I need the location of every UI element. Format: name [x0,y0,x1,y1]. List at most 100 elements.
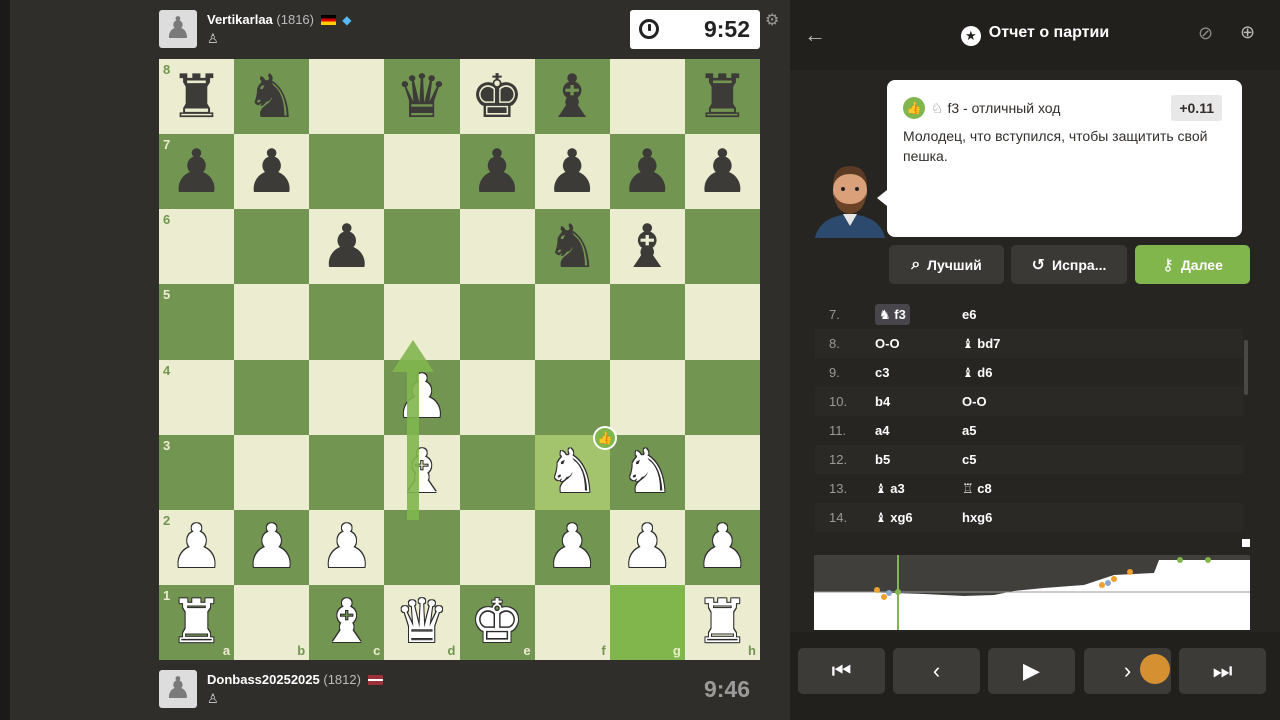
square-g3[interactable]: ♞ [609,434,685,510]
square-g8[interactable] [609,59,685,135]
square-b1[interactable]: b [234,584,310,660]
square-g2[interactable]: ♟ [609,509,685,585]
white-king-piece[interactable]: ♚ [470,592,524,652]
square-e7[interactable]: ♟ [459,134,535,210]
square-a3[interactable]: 3 [159,434,235,510]
black-pawn-piece[interactable]: ♟ [620,142,674,202]
white-pawn-piece[interactable]: ♟ [170,517,224,577]
square-h4[interactable] [684,359,760,435]
square-c2[interactable]: ♟ [309,509,385,585]
white-pawn-piece[interactable]: ♟ [620,517,674,577]
evaluation-graph[interactable] [814,555,1250,630]
white-rook-piece[interactable]: ♜ [696,592,750,652]
square-f2[interactable]: ♟ [534,509,610,585]
black-move[interactable]: ♖ c8 [962,481,1162,497]
white-move[interactable]: ♞ f3 [865,303,962,325]
next-button[interactable]: ⚷ Далее [1135,245,1250,284]
square-f4[interactable] [534,359,610,435]
black-move[interactable]: ♝ bd7 [962,336,1162,352]
black-move[interactable]: a5 [962,423,1162,438]
square-h6[interactable] [684,209,760,285]
move-list[interactable]: 7. ♞ f3 e6 8. O-O ♝ bd7 9. c3 ♝ d6 10. b4 O-O 11. a4 a… [815,300,1243,538]
white-move[interactable]: b5 [865,452,962,467]
avatar[interactable]: ♟ [159,670,197,708]
analysis-zoom-icon[interactable]: ⊕ [1240,22,1255,43]
square-g6[interactable]: ♝ [609,209,685,285]
square-e1[interactable]: e ♚ [459,584,535,660]
white-queen-piece[interactable]: ♛ [395,592,449,652]
square-f5[interactable] [534,284,610,360]
black-rook-piece[interactable]: ♜ [696,67,750,127]
white-pawn-piece[interactable]: ♟ [320,517,374,577]
square-f7[interactable]: ♟ [534,134,610,210]
white-pawn-piece[interactable]: ♟ [545,517,599,577]
square-h8[interactable]: ♜ [684,59,760,135]
white-move[interactable]: ♝ a3 [865,481,962,497]
square-h2[interactable]: ♟ [684,509,760,585]
square-g5[interactable] [609,284,685,360]
square-g7[interactable]: ♟ [609,134,685,210]
square-b2[interactable]: ♟ [234,509,310,585]
square-d6[interactable] [384,209,460,285]
square-b7[interactable]: ♟ [234,134,310,210]
square-d7[interactable] [384,134,460,210]
avatar[interactable]: ♟ [159,10,197,48]
black-bishop-piece[interactable]: ♝ [620,217,674,277]
player-name[interactable]: Donbass20252025 (1812) [207,672,383,687]
square-a7[interactable]: 7 ♟ [159,134,235,210]
black-move[interactable]: O-O [962,394,1162,409]
black-move[interactable]: c5 [962,452,1162,467]
retry-button[interactable]: ↺ Испра... [1011,245,1127,284]
square-a2[interactable]: 2 ♟ [159,509,235,585]
white-move[interactable]: b4 [865,394,962,409]
black-knight-piece[interactable]: ♞ [545,217,599,277]
square-f1[interactable]: f [534,584,610,660]
black-bishop-piece[interactable]: ♝ [545,67,599,127]
square-h7[interactable]: ♟ [684,134,760,210]
square-a1[interactable]: 1 a ♜ [159,584,235,660]
black-king-piece[interactable]: ♚ [470,67,524,127]
square-b4[interactable] [234,359,310,435]
square-c7[interactable] [309,134,385,210]
square-h3[interactable] [684,434,760,510]
black-pawn-piece[interactable]: ♟ [170,142,224,202]
square-f6[interactable]: ♞ [534,209,610,285]
white-knight-piece[interactable]: ♞ [545,442,599,502]
square-g1[interactable]: g [609,584,685,660]
square-a5[interactable]: 5 [159,284,235,360]
square-e3[interactable] [459,434,535,510]
black-move[interactable]: hxg6 [962,510,1162,525]
square-c1[interactable]: c ♝ [309,584,385,660]
square-h5[interactable] [684,284,760,360]
sound-off-icon[interactable]: ⊘ [1198,23,1213,44]
square-c5[interactable] [309,284,385,360]
last-move-button[interactable]: ⏭ [1179,648,1266,694]
white-bishop-piece[interactable]: ♝ [320,592,374,652]
white-knight-piece[interactable]: ♞ [620,442,674,502]
player-name[interactable]: Vertikarlaa (1816) ◆ [207,12,351,27]
white-move[interactable]: ♝ xg6 [865,510,962,526]
square-c4[interactable] [309,359,385,435]
square-c8[interactable] [309,59,385,135]
square-c3[interactable] [309,434,385,510]
square-e8[interactable]: ♚ [459,59,535,135]
first-move-button[interactable]: ⏮ [798,648,885,694]
play-button[interactable]: ▶ [988,648,1075,694]
black-queen-piece[interactable]: ♛ [395,67,449,127]
square-a6[interactable]: 6 [159,209,235,285]
white-rook-piece[interactable]: ♜ [170,592,224,652]
prev-move-button[interactable]: ‹ [893,648,980,694]
black-pawn-piece[interactable]: ♟ [696,142,750,202]
square-h1[interactable]: h ♜ [684,584,760,660]
square-f8[interactable]: ♝ [534,59,610,135]
chess-board[interactable]: 8 ♜ ♞ ♛ ♚ ♝ ♜ 7 ♟ ♟ ♟ ♟ ♟ ♟ 6 ♟ ♞ ♝ 5 4 ♟ 3 ♝ ♞ ♞ 2 ♟ ♟ ♟ ♟ ♟ ♟ 1 a ♜ b c ♝ d ♛… [159,59,760,660]
black-pawn-piece[interactable]: ♟ [320,217,374,277]
black-rook-piece[interactable]: ♜ [170,67,224,127]
square-e2[interactable] [459,509,535,585]
square-e6[interactable] [459,209,535,285]
best-move-button[interactable]: ⌕ Лучший [889,245,1004,284]
white-move[interactable]: c3 [865,365,962,380]
square-g4[interactable] [609,359,685,435]
square-b5[interactable] [234,284,310,360]
square-b8[interactable]: ♞ [234,59,310,135]
